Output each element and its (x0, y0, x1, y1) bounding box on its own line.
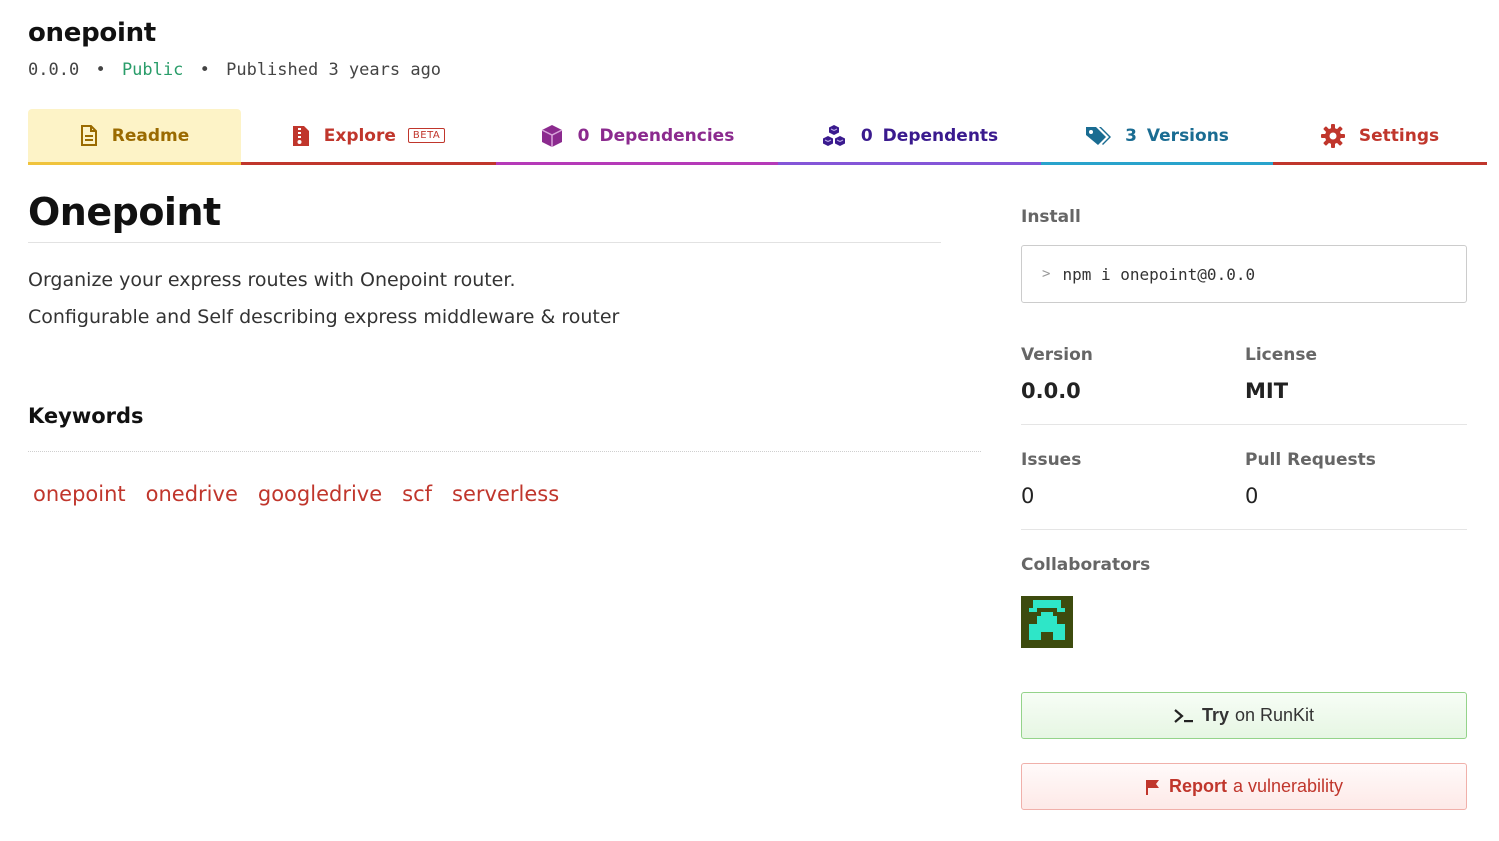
tab-explore[interactable]: Explore BETA (241, 109, 496, 165)
pull-requests-stat[interactable]: Pull Requests 0 (1245, 450, 1376, 508)
dependencies-count: 0 (577, 125, 590, 146)
tab-label: Explore (323, 125, 396, 146)
issues-label: Issues (1021, 450, 1082, 470)
terminal-icon (1174, 708, 1193, 723)
keyword-link[interactable]: serverless (452, 482, 559, 506)
chevron-right-icon: > (1042, 266, 1051, 282)
package-version: 0.0.0 (28, 60, 80, 80)
package-meta: 0.0.0 • Public • Published 3 years ago (28, 60, 441, 80)
version-license-row: Version 0.0.0 License MIT (1021, 345, 1467, 425)
box-icon (541, 124, 563, 147)
tab-label: Readme (111, 125, 190, 146)
file-archive-icon (292, 125, 309, 146)
divider (28, 451, 981, 452)
version-label: Version (1021, 345, 1093, 365)
license-value: MIT (1245, 379, 1289, 403)
package-tabs: Readme Explore BETA 0 Dependencies 0 Dep… (28, 109, 1487, 165)
version-value: 0.0.0 (1021, 379, 1081, 403)
file-text-icon (80, 124, 97, 146)
package-name: onepoint (28, 18, 156, 48)
tab-label: Dependents (882, 125, 999, 146)
tab-dependencies[interactable]: 0 Dependencies (496, 109, 778, 165)
issues-pulls-row: Issues 0 Pull Requests 0 (1021, 450, 1467, 530)
readme-paragraph: Organize your express routes with Onepoi… (28, 269, 516, 291)
license-stat: License MIT (1245, 345, 1317, 403)
avatar[interactable] (1021, 596, 1073, 648)
dependents-count: 0 (860, 125, 873, 146)
identicon-icon (1021, 596, 1073, 648)
install-command-box[interactable]: > npm i onepoint@0.0.0 (1021, 245, 1467, 303)
visibility-badge: Public (121, 60, 184, 80)
separator: • (95, 60, 106, 80)
install-label: Install (1021, 207, 1081, 227)
beta-badge: BETA (407, 128, 446, 143)
tab-versions[interactable]: 3 Versions (1041, 109, 1273, 165)
tab-settings[interactable]: Settings (1273, 109, 1487, 165)
readme-paragraph: Configurable and Self describing express… (28, 306, 620, 328)
issues-stat[interactable]: Issues 0 (1021, 450, 1081, 508)
version-stat: Version 0.0.0 (1021, 345, 1093, 403)
pull-requests-value[interactable]: 0 (1245, 484, 1376, 508)
try-on-runkit-button[interactable]: Try on RunKit (1021, 692, 1467, 739)
tab-dependents[interactable]: 0 Dependents (778, 109, 1041, 165)
published-date: Published 3 years ago (226, 60, 442, 80)
report-label: a vulnerability (1232, 776, 1344, 796)
keyword-link[interactable]: onedrive (146, 482, 238, 506)
readme-content: Onepoint Organize your express routes wi… (28, 190, 941, 330)
versions-count: 3 (1125, 125, 1137, 146)
tab-readme[interactable]: Readme (28, 109, 241, 165)
license-label: License (1245, 345, 1318, 365)
keyword-link[interactable]: onepoint (33, 482, 126, 506)
collaborators-label: Collaborators (1021, 555, 1151, 575)
separator: • (199, 60, 210, 80)
tab-label: Versions (1146, 125, 1229, 146)
readme-title: Onepoint (28, 190, 941, 243)
keyword-link[interactable]: googledrive (258, 482, 382, 506)
issues-value[interactable]: 0 (1021, 484, 1081, 508)
boxes-icon (822, 124, 845, 146)
runkit-label: on RunKit (1234, 705, 1315, 725)
pull-requests-label: Pull Requests (1245, 450, 1376, 470)
tab-label: Dependencies (599, 125, 735, 146)
install-command[interactable]: npm i onepoint@0.0.0 (1062, 265, 1255, 284)
tags-icon (1086, 126, 1112, 145)
runkit-bold-label: Try (1201, 705, 1229, 725)
tab-label: Settings (1358, 125, 1440, 146)
keywords-list: onepoint onedrive googledrive scf server… (33, 482, 579, 506)
report-bold-label: Report (1168, 776, 1227, 796)
gear-icon (1320, 123, 1345, 148)
package-header: onepoint 0.0.0 • Public • Published 3 ye… (28, 18, 441, 80)
keywords-heading: Keywords (28, 404, 144, 428)
flag-icon (1145, 779, 1159, 795)
report-vulnerability-button[interactable]: Report a vulnerability (1021, 763, 1467, 810)
keyword-link[interactable]: scf (402, 482, 432, 506)
